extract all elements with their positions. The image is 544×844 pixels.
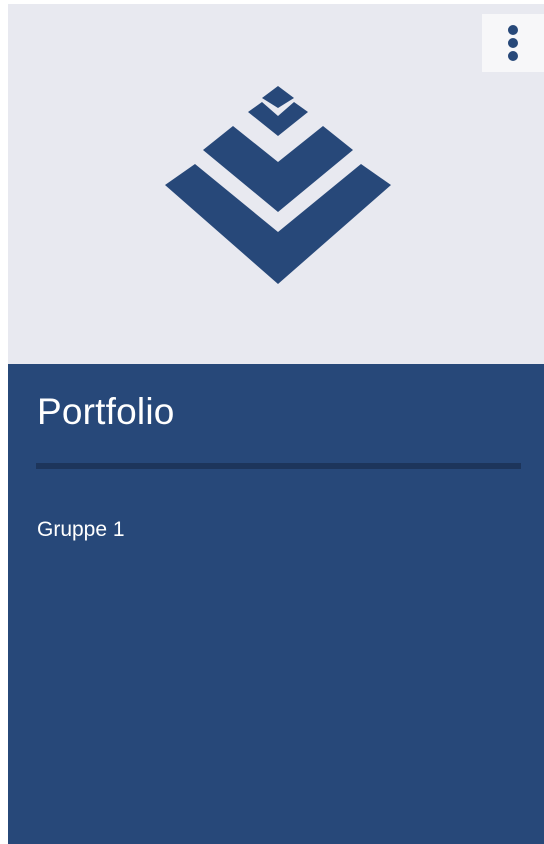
vertical-ellipsis-icon bbox=[508, 25, 518, 61]
card-options-button[interactable] bbox=[482, 14, 544, 72]
course-card[interactable]: Portfolio Gruppe 1 bbox=[8, 4, 544, 844]
layered-chevron-logo-icon bbox=[165, 86, 391, 284]
card-subtitle: Gruppe 1 bbox=[37, 518, 125, 541]
card-body[interactable]: Portfolio Gruppe 1 bbox=[8, 364, 544, 844]
title-divider bbox=[36, 463, 521, 469]
card-header[interactable] bbox=[8, 4, 544, 364]
card-title[interactable]: Portfolio bbox=[37, 390, 175, 434]
